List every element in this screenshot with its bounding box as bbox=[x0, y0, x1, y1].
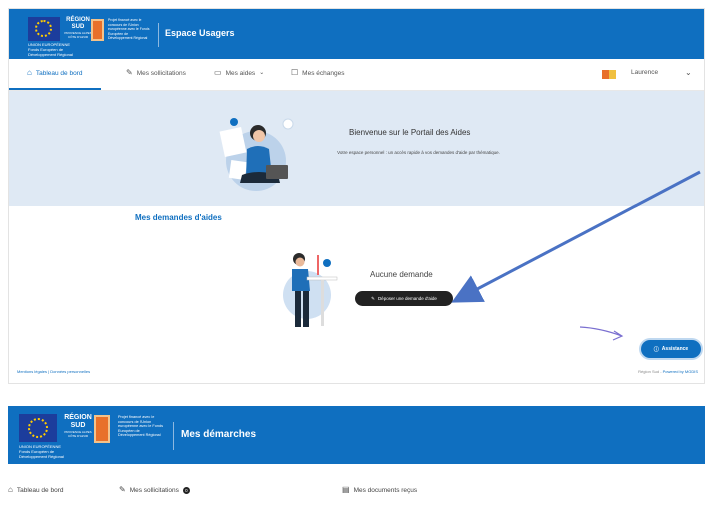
footer-region: Région Sud - bbox=[638, 369, 663, 374]
region-name: RÉGION SUD bbox=[64, 414, 92, 429]
chat-icon: ☐ bbox=[291, 68, 299, 77]
nav-dashboard-label: Tableau de bord bbox=[35, 69, 83, 77]
deposit-request-label: Déposer une demande d'aide bbox=[377, 296, 437, 301]
header-divider bbox=[173, 422, 174, 450]
requests-count-badge: 0 bbox=[182, 486, 190, 494]
footer-credits: Région Sud - Powered by MGDIS bbox=[638, 369, 698, 374]
nav-requests[interactable]: ✎ Mes sollicitations bbox=[126, 69, 186, 77]
home-icon: ⌂ bbox=[8, 485, 13, 494]
user-menu[interactable]: Laurence bbox=[631, 69, 658, 76]
pencil-icon: ✎ bbox=[126, 68, 133, 77]
region-sud-logo: RÉGION SUD PROVENCE ALPES CÔTE D'AZUR bbox=[62, 414, 94, 438]
assistance-label: Assistance bbox=[661, 346, 689, 352]
eu-caption: UNION EUROPÉENNE Fonds Européen de Dével… bbox=[19, 444, 64, 459]
nav2-requests-label: Mes sollicitations bbox=[129, 486, 179, 494]
powered-by-link[interactable]: Powered by MGDIS bbox=[663, 369, 698, 374]
portal-screenshot-top: UNION EUROPÉENNE Fonds Européen de Dével… bbox=[8, 8, 705, 384]
nav2-dashboard-label: Tableau de bord bbox=[16, 486, 64, 494]
header-divider bbox=[158, 23, 159, 47]
fund-caption: Projet financé avec le concours de l'Uni… bbox=[108, 18, 150, 40]
user-flag-icon bbox=[602, 70, 616, 79]
top-header-2: UNION EUROPÉENNE Fonds Européen de Dével… bbox=[8, 406, 705, 464]
nav2-requests[interactable]: ✎ Mes sollicitations 0 bbox=[119, 486, 190, 494]
question-icon: ⓘ bbox=[653, 346, 659, 353]
chevron-down-icon: ⌄ bbox=[259, 70, 265, 76]
pencil-icon: ✎ bbox=[119, 485, 126, 494]
folder-icon: ▭ bbox=[214, 68, 222, 77]
main-nav: ⌂ Tableau de bord ✎ Mes sollicitations ▭… bbox=[9, 59, 704, 91]
empty-state-illustration bbox=[283, 253, 338, 327]
footer-legal-links[interactable]: Mentions légales | Données personnelles bbox=[17, 369, 90, 374]
fund-caption: Projet financé avec le concours de l'Uni… bbox=[118, 415, 163, 437]
nav-dashboard[interactable]: ⌂ Tableau de bord bbox=[27, 69, 82, 77]
nav2-documents[interactable]: ▤ Mes documents reçus bbox=[342, 486, 417, 494]
region-sud-logo: RÉGION SUD PROVENCE ALPES CÔTE D'AZUR bbox=[64, 17, 92, 39]
section-title-requests: Mes demandes d'aides bbox=[135, 213, 222, 222]
user-name: Laurence bbox=[631, 69, 659, 76]
region-name: RÉGION SUD bbox=[66, 17, 90, 30]
nav-exchanges[interactable]: ☐ Mes échanges bbox=[291, 69, 344, 77]
portal-screenshot-bottom: UNION EUROPÉENNE Fonds Européen de Dével… bbox=[8, 406, 705, 509]
document-icon: ▤ bbox=[342, 485, 350, 494]
app-title: Espace Usagers bbox=[165, 28, 235, 38]
assistance-button[interactable]: ⓘ Assistance bbox=[641, 340, 701, 358]
welcome-banner: Bienvenue sur le Portail des Aides Votre… bbox=[9, 91, 704, 206]
welcome-title: Bienvenue sur le Portail des Aides bbox=[349, 128, 471, 137]
eu-flag-logo bbox=[19, 414, 57, 442]
nav-aids[interactable]: ▭ Mes aides ⌄ bbox=[214, 69, 264, 77]
nav2-dashboard[interactable]: ⌂ Tableau de bord bbox=[8, 486, 63, 494]
app-title: Mes démarches bbox=[181, 429, 257, 440]
empty-state-title: Aucune demande bbox=[370, 270, 433, 279]
nav-aids-label: Mes aides bbox=[225, 69, 256, 77]
deposit-request-button[interactable]: ✎ Déposer une demande d'aide bbox=[355, 291, 453, 306]
region-subtitle: PROVENCE ALPES CÔTE D'AZUR bbox=[64, 430, 92, 438]
top-header: UNION EUROPÉENNE Fonds Européen de Dével… bbox=[9, 9, 704, 59]
nav-requests-label: Mes sollicitations bbox=[136, 69, 186, 77]
user-menu-chevron-icon[interactable]: ⌄ bbox=[685, 68, 692, 77]
home-icon: ⌂ bbox=[27, 68, 32, 77]
feder-logo bbox=[94, 415, 110, 443]
feder-logo bbox=[91, 19, 104, 41]
eu-flag-logo bbox=[28, 17, 60, 41]
eu-caption: UNION EUROPÉENNE Fonds Européen de Dével… bbox=[28, 42, 73, 57]
active-tab-indicator bbox=[9, 88, 101, 90]
pencil-icon: ✎ bbox=[371, 295, 375, 301]
nav-exchanges-label: Mes échanges bbox=[302, 69, 345, 77]
welcome-illustration bbox=[219, 118, 294, 191]
region-subtitle: PROVENCE ALPES CÔTE D'AZUR bbox=[64, 31, 92, 39]
welcome-subtitle: Votre espace personnel : un accès rapide… bbox=[337, 150, 500, 155]
nav2-documents-label: Mes documents reçus bbox=[353, 486, 418, 494]
